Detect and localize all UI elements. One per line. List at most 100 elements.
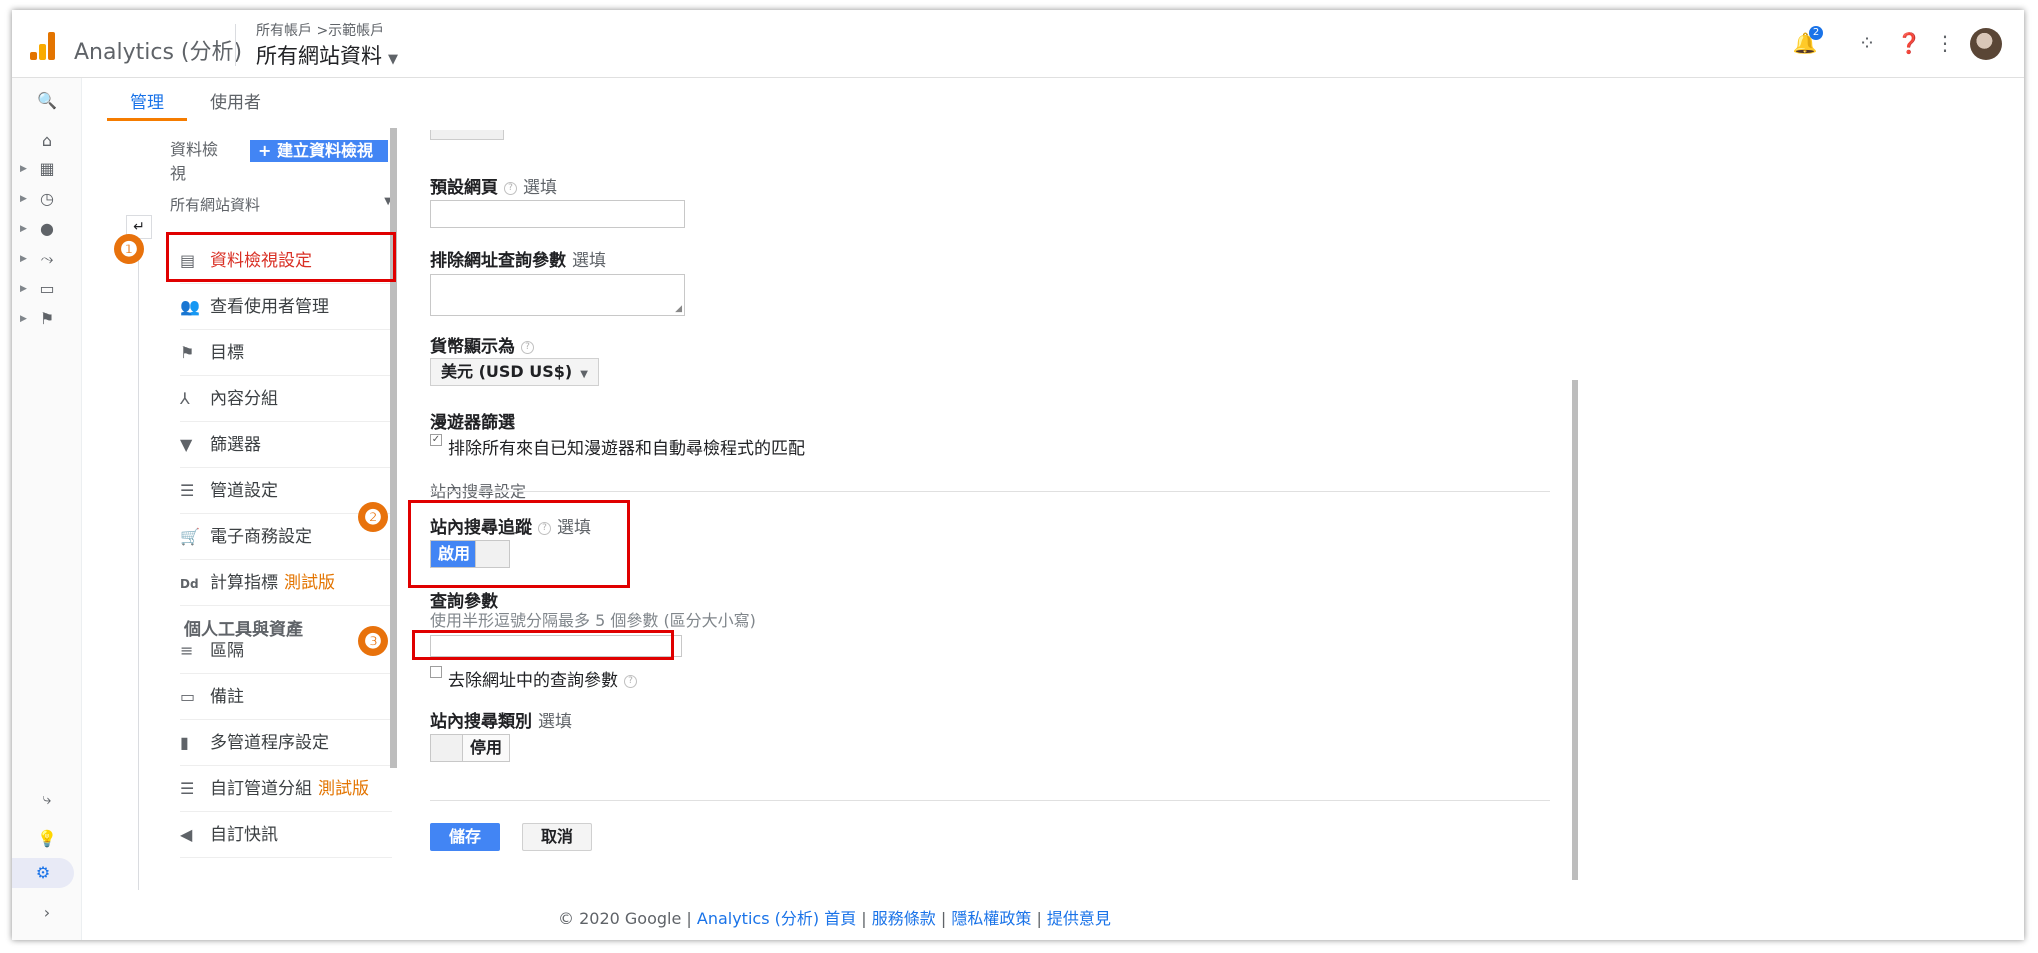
comment-icon: ▭ <box>180 687 196 706</box>
attribution-icon[interactable]: ⤷ <box>12 784 82 814</box>
currency-select[interactable]: 美元 (USD US$) ▼ <box>430 358 599 386</box>
site-search-category-toggle[interactable]: 停用 <box>430 734 510 762</box>
bot-filter-label: 漫遊器篩選 <box>430 413 515 433</box>
app-name[interactable]: Analytics (分析) <box>74 34 242 66</box>
checked-checkbox-icon[interactable]: ✓ <box>430 434 442 446</box>
property-selector[interactable]: 所有網站資料 ▼ <box>256 40 398 70</box>
nav-item-label: 查看使用者管理 <box>210 297 329 317</box>
view-selector[interactable]: 所有網站資料 ▼ <box>170 194 392 215</box>
footer-separator: | <box>856 909 872 928</box>
nav-item-label: 內容分組 <box>210 389 278 409</box>
channel-group-icon: ☰ <box>180 779 195 798</box>
toggle-off-label: 停用 <box>469 738 502 757</box>
nav-item-label: 計算指標 <box>210 573 278 593</box>
step-badge-3: ❸ <box>358 626 388 656</box>
highlight-box-1 <box>166 232 396 282</box>
checkbox-icon[interactable] <box>430 666 442 678</box>
nav-scrollbar[interactable] <box>390 128 397 768</box>
property-selector-label: 所有網站資料 <box>256 44 382 68</box>
save-button[interactable]: 儲存 <box>430 823 500 851</box>
behavior-icon[interactable]: ▶ ▭ <box>12 274 82 304</box>
person-icon[interactable]: ▶ ● <box>12 214 82 244</box>
highlight-box-2 <box>408 500 630 588</box>
nav-divider <box>138 215 139 890</box>
help-icon[interactable]: ? <box>624 674 637 688</box>
nav-item-label: 目標 <box>210 343 244 363</box>
footer: © 2020 Google | Analytics (分析) 首頁 | 服務條款… <box>558 905 1111 929</box>
nav-item-goals[interactable]: ⚑ 目標 <box>180 330 392 376</box>
footer-link-feedback[interactable]: 提供意見 <box>1047 909 1111 928</box>
bot-filter-checkbox-row[interactable]: ✓ 排除所有來自已知漫遊器和自動尋檢程式的匹配 <box>430 434 805 459</box>
apps-grid-icon[interactable]: ⁘ <box>1854 30 1880 56</box>
footer-link-home[interactable]: Analytics (分析) 首頁 <box>697 909 856 928</box>
avatar[interactable] <box>1970 28 2002 60</box>
help-icon[interactable]: ? <box>504 181 517 195</box>
clock-icon[interactable]: ▶ ◷ <box>12 184 82 214</box>
megaphone-icon: ◀ <box>180 825 193 844</box>
bar-chart-icon: ▮ <box>180 733 189 752</box>
notification-count-badge: 2 <box>1809 26 1823 40</box>
lightbulb-icon[interactable]: 💡 <box>12 824 82 854</box>
field-label: 預設網頁 <box>430 178 498 198</box>
nav-item-label: 自訂管道分組 <box>210 779 312 799</box>
search-icon[interactable]: 🔍 <box>12 86 82 116</box>
nav-item-calculated-metrics[interactable]: Dd 計算指標 測試版 <box>180 560 392 606</box>
section-divider <box>430 491 1550 492</box>
conversion-flag-icon[interactable]: ▶ ⚑ <box>12 304 82 334</box>
expand-chevron-icon[interactable]: › <box>12 898 82 928</box>
nav-item-custom-channel-grouping[interactable]: ☰ 自訂管道分組 測試版 <box>180 766 392 812</box>
nav-item-filters[interactable]: ▼ 篩選器 <box>180 422 392 468</box>
beta-badge: 測試版 <box>284 573 335 593</box>
more-vert-icon[interactable]: ⋮ <box>1932 30 1958 56</box>
acquisition-icon[interactable]: ▶ ⤳ <box>12 244 82 274</box>
strip-params-checkbox-row[interactable]: 去除網址中的查詢參數? <box>430 666 637 691</box>
tab-users[interactable]: 使用者 <box>210 88 261 113</box>
nav-item-label: 電子商務設定 <box>210 527 312 547</box>
step-badge-1: ❶ <box>114 234 144 264</box>
panel-scrollbar[interactable] <box>1572 380 1578 880</box>
analytics-logo-icon[interactable] <box>30 32 56 60</box>
tab-active-underline <box>107 118 187 121</box>
admin-gear-icon[interactable]: ⚙ <box>12 858 74 888</box>
resize-grip-icon[interactable]: ◢ <box>675 304 682 314</box>
strip-params-checkbox-label: 去除網址中的查詢參數 <box>448 671 618 691</box>
bot-filter-checkbox-label: 排除所有來自已知漫遊器和自動尋檢程式的匹配 <box>448 439 805 459</box>
help-icon[interactable]: ❓ <box>1896 30 1922 56</box>
optional-label: 選填 <box>538 712 572 732</box>
optional-label: 選填 <box>572 251 606 271</box>
browser-frame: Analytics (分析) 所有帳戶 >示範帳戶 所有網站資料 ▼ 🔔 2 ⁘ … <box>12 10 2024 940</box>
nav-item-label: 區隔 <box>210 641 244 661</box>
create-view-button[interactable]: + 建立資料檢視 <box>250 140 388 162</box>
funnel-icon: ▼ <box>180 435 193 454</box>
dashboard-icon[interactable]: ▶ ▦ <box>12 154 82 184</box>
account-breadcrumb[interactable]: 所有帳戶 >示範帳戶 <box>256 20 384 40</box>
site-search-category-label: 站內搜尋類別 選填 <box>430 707 572 732</box>
nav-item-annotations[interactable]: ▭ 備註 <box>180 674 392 720</box>
nav-item-content-grouping[interactable]: ⅄ 內容分組 <box>180 376 392 422</box>
footer-link-terms[interactable]: 服務條款 <box>872 909 936 928</box>
home-icon[interactable]: ⌂ <box>12 126 82 156</box>
site-search-section-title: 站內搜尋設定 <box>430 482 527 501</box>
nav-item-custom-alerts[interactable]: ◀ 自訂快訊 <box>180 812 392 858</box>
footer-link-privacy[interactable]: 隱私權政策 <box>951 909 1031 928</box>
step-badge-2: ❷ <box>358 502 388 532</box>
help-icon[interactable]: ? <box>521 340 534 354</box>
nav-item-multichannel[interactable]: ▮ 多管道程序設定 <box>180 720 392 766</box>
exclude-params-textarea[interactable]: ◢ <box>430 274 685 316</box>
form-divider <box>430 800 1550 801</box>
nav-item-label: 多管道程序設定 <box>210 733 329 753</box>
nav-item-user-management[interactable]: 👥 查看使用者管理 <box>180 284 392 330</box>
flag-icon: ⚑ <box>180 343 195 362</box>
tab-admin[interactable]: 管理 <box>130 88 164 113</box>
header-divider <box>235 24 236 66</box>
cancel-button[interactable]: 取消 <box>522 823 592 851</box>
default-page-input[interactable] <box>430 200 685 228</box>
top-header: Analytics (分析) 所有帳戶 >示範帳戶 所有網站資料 ▼ 🔔 2 ⁘ … <box>12 10 2024 78</box>
default-page-label: 預設網頁? 選填 <box>430 173 557 198</box>
nav-item-label: 管道設定 <box>210 481 278 501</box>
users-icon: 👥 <box>180 297 200 316</box>
query-param-hint: 使用半形逗號分隔最多 5 個參數 (區分大小寫) <box>430 611 756 630</box>
footer-separator: | <box>1031 909 1047 928</box>
nav-item-label: 自訂快訊 <box>210 825 278 845</box>
channel-icon: ☰ <box>180 481 195 500</box>
